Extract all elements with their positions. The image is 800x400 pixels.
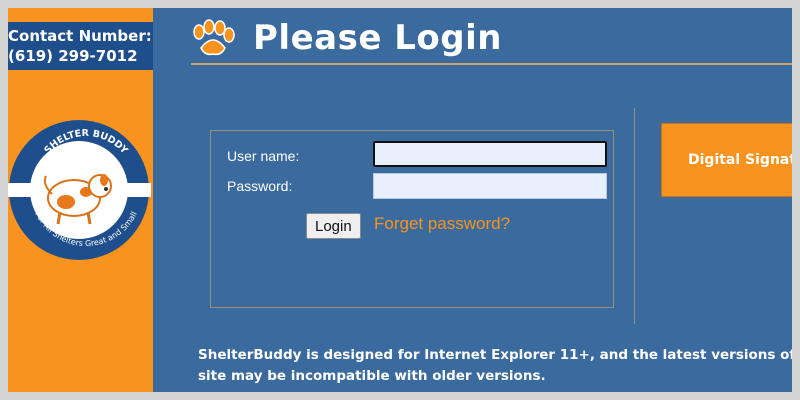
- shelterbuddy-logo: SHELTER BUDDY For All Shelters Great and…: [8, 106, 151, 274]
- paw-icon: [193, 19, 235, 56]
- username-field[interactable]: [373, 141, 607, 167]
- vertical-divider: [634, 108, 635, 324]
- browser-notice: ShelterBuddy is designed for Internet Ex…: [198, 345, 792, 387]
- contact-phone: (619) 299-7012: [8, 47, 138, 65]
- browser-notice-line-1: ShelterBuddy is designed for Internet Ex…: [198, 347, 792, 363]
- sidebar: Contact Number: (619) 299-7012 SHELTER B…: [8, 8, 153, 392]
- login-form: User name: Password: Login Forget passwo…: [210, 130, 614, 308]
- digital-signature-label: Digital Signature: [688, 152, 792, 168]
- main-panel: Please Login User name: Password: Login …: [153, 8, 792, 392]
- logo-graphic: SHELTER BUDDY For All Shelters Great and…: [8, 120, 151, 260]
- header: Please Login: [191, 16, 502, 60]
- contact-label: Contact Number:: [8, 27, 152, 45]
- page-title: Please Login: [253, 18, 502, 58]
- header-divider: [191, 63, 792, 65]
- browser-notice-line-2: site may be incompatible with older vers…: [198, 368, 546, 384]
- forgot-password-link[interactable]: Forget password?: [374, 214, 510, 234]
- contact-block: Contact Number: (619) 299-7012: [8, 22, 153, 70]
- password-label: Password:: [227, 178, 293, 194]
- username-label: User name:: [227, 148, 300, 164]
- password-field[interactable]: [373, 173, 607, 199]
- login-button[interactable]: Login: [306, 213, 361, 239]
- digital-signature-button[interactable]: Digital Signature: [661, 123, 792, 197]
- page-frame: Contact Number: (619) 299-7012 SHELTER B…: [8, 8, 792, 392]
